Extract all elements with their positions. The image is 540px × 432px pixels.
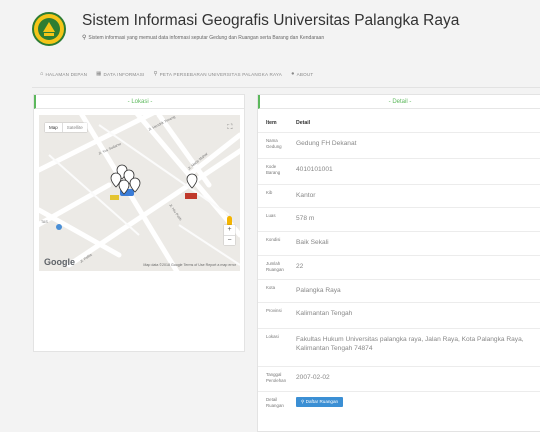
- table-row: Jumlah Ruangan 22: [258, 255, 540, 279]
- row-label: Jumlah Ruangan: [266, 261, 284, 272]
- table-row: Luas 578 m: [258, 207, 540, 231]
- detail-panel-title: - Detail -: [258, 95, 540, 109]
- row-label: Nama Gedung: [266, 138, 282, 149]
- site-header: Sistem Informasi Geografis Universitas P…: [0, 0, 540, 52]
- row-value: 4010101001: [296, 166, 333, 173]
- nav-item-halaman-depan[interactable]: ⌂ HALAMAN DEPAN: [40, 71, 87, 77]
- map-type-toggle: Map Satellite: [45, 123, 87, 132]
- detail-panel: - Detail - Item Detail Nama Gedung Gedun…: [257, 94, 540, 432]
- daftar-ruangan-button[interactable]: ⚲ Daftar Ruangan: [296, 397, 344, 407]
- row-label: Kib: [266, 190, 273, 195]
- row-label: Kode Barang: [266, 164, 281, 175]
- map-type-map[interactable]: Map: [45, 123, 62, 132]
- detail-table: Item Detail Nama Gedung Gedung FH Dekana…: [258, 115, 540, 417]
- location-map[interactable]: Jl. Yos Sudarso Jl. Hendrik Timang Jl. H…: [39, 115, 240, 271]
- row-label: Kondisi: [266, 237, 281, 242]
- lokasi-panel-title: - Lokasi -: [34, 95, 244, 109]
- table-row: Lokasi Fakultas Hukum Universitas palang…: [258, 328, 540, 366]
- row-value: Palangka Raya: [296, 287, 341, 294]
- nav-divider: [32, 87, 540, 88]
- table-row: Kota Palangka Raya: [258, 279, 540, 302]
- user-icon: ●: [291, 71, 295, 77]
- column-header-detail: Detail: [296, 120, 311, 126]
- row-label: Detail Ruangan: [266, 397, 284, 408]
- row-value: 578 m: [296, 215, 315, 222]
- row-value: Gedung FH Dekanat: [296, 140, 357, 147]
- nav-item-label: HALAMAN DEPAN: [45, 71, 88, 77]
- fullscreen-icon[interactable]: ⛶: [225, 123, 235, 133]
- row-label: Tanggal Perolehan: [266, 372, 287, 383]
- map-marker-icon: ⚲: [82, 35, 87, 41]
- home-icon: ⌂: [40, 71, 44, 77]
- table-row: Nama Gedung Gedung FH Dekanat: [258, 132, 540, 158]
- table-row: Kode Barang 4010101001: [258, 158, 540, 184]
- lokasi-panel: - Lokasi - Jl. Yos Sudarso Jl. Hendrik T…: [33, 94, 245, 352]
- site-title: Sistem Informasi Geografis Universitas P…: [82, 12, 460, 29]
- main-navbar: ⌂ HALAMAN DEPAN ▦ DATA INFORMASI ⚲ PETA PER…: [40, 67, 313, 81]
- site-subtitle: ⚲ Sistem informasi yang memuat data infor…: [82, 34, 324, 41]
- google-logo: Google: [44, 257, 75, 267]
- daftar-ruangan-label: Daftar Ruangan: [305, 399, 339, 404]
- table-row: Tanggal Perolehan 2007-02-02: [258, 366, 540, 391]
- row-value: Baik Sekali: [296, 239, 329, 246]
- street-view-pegman-icon[interactable]: [227, 216, 232, 225]
- zoom-control: + −: [224, 225, 235, 245]
- table-row: Kondisi Baik Sekali: [258, 231, 540, 255]
- row-label: Luas: [266, 213, 276, 218]
- table-row: Provinsi Kalimantan Tengah: [258, 302, 540, 328]
- table-row: Kib Kantor: [258, 184, 540, 207]
- street-label-5: TAS: [41, 220, 48, 224]
- nav-item-about[interactable]: ● ABOUT: [291, 71, 313, 77]
- table-row: Detail Ruangan ⚲ Daftar Ruangan: [258, 391, 540, 417]
- row-value: 22: [296, 263, 304, 270]
- table-header-row: Item Detail: [258, 115, 540, 132]
- zoom-out-button[interactable]: −: [224, 235, 235, 245]
- map-attribution[interactable]: Map data ©2018 Google Terms of Use Repor…: [143, 263, 236, 267]
- map-marker-icon: ⚲: [301, 399, 305, 404]
- university-logo-icon: [32, 12, 66, 46]
- row-value: ⚲ Daftar Ruangan: [290, 392, 540, 417]
- row-label: Provinsi: [266, 308, 282, 313]
- map-marker-icon: ⚲: [153, 71, 158, 77]
- site-subtitle-text: Sistem informasi yang memuat data inform…: [88, 35, 325, 41]
- row-value: Fakultas Hukum Universitas palangka raya…: [296, 336, 524, 352]
- row-label: Kota: [266, 285, 276, 290]
- nav-item-label: PETA PERSEBARAN UNIVERSITAS PALANGKA RAY…: [159, 71, 283, 77]
- nav-item-label: DATA INFORMASI: [103, 71, 145, 77]
- nav-item-label: ABOUT: [296, 71, 314, 77]
- row-value: 2007-02-02: [296, 374, 330, 381]
- row-value: Kalimantan Tengah: [296, 310, 353, 317]
- row-label: Lokasi: [266, 334, 279, 339]
- nav-item-peta-persebaran[interactable]: ⚲ PETA PERSEBARAN UNIVERSITAS PALANGKA RA…: [153, 71, 282, 77]
- row-value: Kantor: [296, 192, 316, 199]
- column-header-item: Item: [266, 120, 277, 126]
- table-icon: ▦: [96, 71, 102, 77]
- zoom-in-button[interactable]: +: [224, 225, 235, 235]
- nav-item-data-informasi[interactable]: ▦ DATA INFORMASI: [96, 71, 144, 77]
- map-canvas[interactable]: Jl. Yos Sudarso Jl. Hendrik Timang Jl. H…: [39, 115, 240, 271]
- map-type-satellite[interactable]: Satellite: [61, 123, 87, 132]
